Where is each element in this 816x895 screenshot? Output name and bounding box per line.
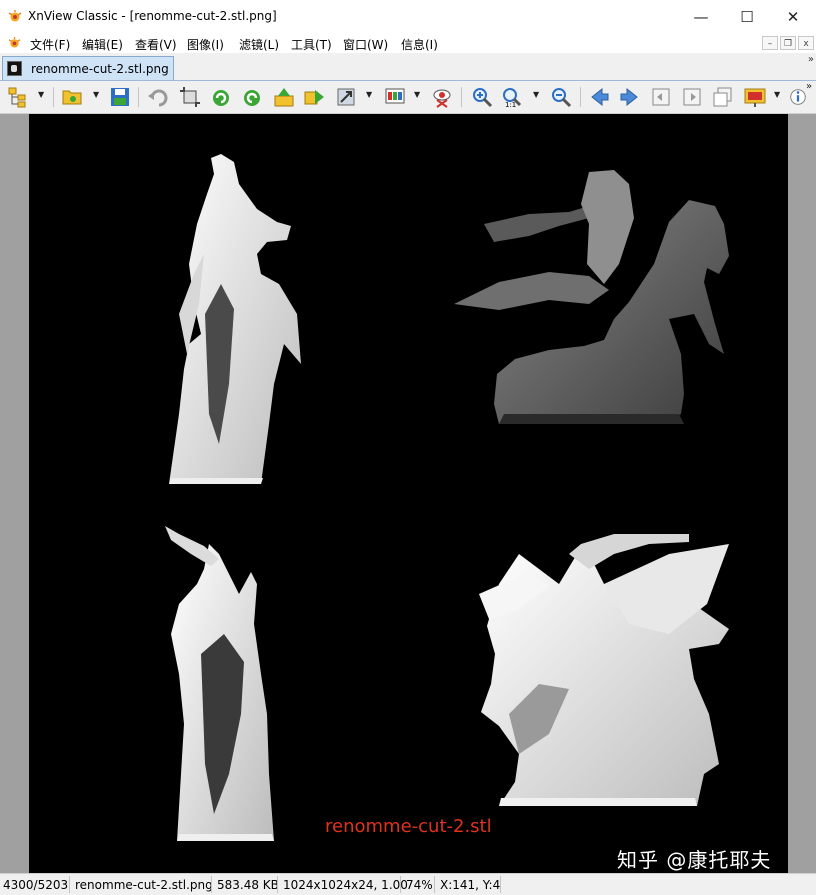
status-index: 4300/5203 bbox=[3, 878, 69, 892]
image-caption: renomme-cut-2.stl bbox=[325, 816, 492, 837]
chevron-down-icon[interactable]: ▼ bbox=[774, 90, 780, 99]
flip-up-icon[interactable] bbox=[272, 85, 296, 109]
tab-label: renomme-cut-2.stl.png bbox=[31, 62, 169, 76]
xnview-menu-icon[interactable] bbox=[8, 37, 21, 48]
menu-tools[interactable]: 工具(T) bbox=[291, 36, 332, 53]
svg-text:1:1: 1:1 bbox=[505, 101, 516, 108]
statue-back-view bbox=[165, 526, 274, 841]
image-viewer[interactable]: renomme-cut-2.stl 知乎 @康托耶夫 bbox=[0, 114, 816, 873]
resize-icon[interactable] bbox=[334, 85, 358, 109]
status-separator bbox=[400, 876, 401, 893]
maximize-button[interactable]: ☐ bbox=[724, 0, 770, 33]
last-page-icon[interactable] bbox=[680, 85, 704, 109]
status-zoom: 74% bbox=[406, 878, 433, 892]
zoom-out-icon[interactable] bbox=[549, 85, 573, 109]
minimize-button[interactable]: — bbox=[678, 0, 724, 33]
status-separator bbox=[277, 876, 278, 893]
document-tab-bar: renomme-cut-2.stl.png » bbox=[0, 54, 816, 81]
chevron-down-icon[interactable]: ▼ bbox=[366, 90, 372, 99]
statue-renders bbox=[165, 154, 729, 841]
menu-info[interactable]: 信息(I) bbox=[401, 36, 438, 53]
menu-file[interactable]: 文件(F) bbox=[30, 36, 70, 53]
chevron-down-icon[interactable]: ▼ bbox=[414, 90, 420, 99]
mdi-restore-button[interactable]: ❐ bbox=[780, 36, 796, 50]
image-canvas[interactable]: renomme-cut-2.stl 知乎 @康托耶夫 bbox=[29, 114, 788, 873]
rotate-left-icon[interactable] bbox=[209, 85, 233, 109]
window-title: XnView Classic - [renomme-cut-2.stl.png] bbox=[28, 9, 277, 23]
watermark: 知乎 @康托耶夫 bbox=[617, 848, 772, 872]
status-separator bbox=[69, 876, 70, 893]
menu-edit[interactable]: 编辑(E) bbox=[82, 36, 123, 53]
status-coords: X:141, Y:4 bbox=[440, 878, 501, 892]
chevron-down-icon[interactable]: ▼ bbox=[38, 90, 44, 99]
image-thumbnail-icon bbox=[7, 61, 22, 76]
status-separator bbox=[211, 876, 212, 893]
toolbar-overflow-icon[interactable]: » bbox=[806, 81, 812, 92]
next-arrow-icon[interactable] bbox=[617, 85, 641, 109]
zoom-1to1-icon[interactable]: 1:1 bbox=[500, 85, 524, 109]
prev-arrow-icon[interactable] bbox=[588, 85, 612, 109]
save-icon[interactable] bbox=[108, 85, 132, 109]
zoom-in-icon[interactable] bbox=[470, 85, 494, 109]
close-button[interactable]: ✕ bbox=[770, 0, 816, 33]
mdi-close-button[interactable]: x bbox=[798, 36, 814, 50]
status-separator bbox=[500, 876, 501, 893]
statue-left-view bbox=[479, 534, 729, 806]
tab-renomme-cut-2[interactable]: renomme-cut-2.stl.png bbox=[2, 56, 174, 80]
toolbar-separator bbox=[580, 87, 581, 107]
status-separator bbox=[434, 876, 435, 893]
menu-window[interactable]: 窗口(W) bbox=[343, 36, 388, 53]
undo-icon[interactable] bbox=[146, 85, 170, 109]
chevron-down-icon[interactable]: ▼ bbox=[533, 90, 539, 99]
color-adjust-icon[interactable] bbox=[383, 85, 407, 109]
toolbar-separator bbox=[461, 87, 462, 107]
red-eye-icon[interactable] bbox=[430, 85, 454, 109]
status-dimensions: 1024x1024x24, 1.00 bbox=[283, 878, 408, 892]
flip-right-icon[interactable] bbox=[302, 85, 326, 109]
crop-icon[interactable] bbox=[178, 85, 202, 109]
mdi-minimize-button[interactable]: – bbox=[762, 36, 778, 50]
multipage-icon[interactable] bbox=[711, 85, 735, 109]
toolbar-separator bbox=[138, 87, 139, 107]
first-page-icon[interactable] bbox=[649, 85, 673, 109]
menu-bar: 文件(F) 编辑(E) 查看(V) 图像(I) 滤镜(L) 工具(T) 窗口(W… bbox=[0, 33, 816, 53]
menu-filter[interactable]: 滤镜(L) bbox=[239, 36, 279, 53]
chevron-down-icon[interactable]: ▼ bbox=[93, 90, 99, 99]
xnview-logo-icon bbox=[8, 10, 22, 22]
info-icon[interactable] bbox=[788, 85, 808, 109]
status-filename: renomme-cut-2.stl.png bbox=[75, 878, 213, 892]
tab-overflow-icon[interactable]: » bbox=[808, 54, 814, 65]
rotate-right-icon[interactable] bbox=[240, 85, 264, 109]
statue-right-view bbox=[454, 170, 729, 424]
menu-image[interactable]: 图像(I) bbox=[187, 36, 224, 53]
status-bar: 4300/5203 renomme-cut-2.stl.png 583.48 K… bbox=[0, 873, 816, 895]
main-toolbar: ▼ ▼ ▼ ▼ 1:1 ▼ ▼ » bbox=[0, 81, 816, 114]
open-folder-icon[interactable] bbox=[60, 85, 84, 109]
title-bar: XnView Classic - [renomme-cut-2.stl.png]… bbox=[0, 0, 816, 33]
menu-view[interactable]: 查看(V) bbox=[135, 36, 177, 53]
status-filesize: 583.48 KB bbox=[217, 878, 279, 892]
statue-front-view bbox=[169, 154, 301, 484]
browser-tree-icon[interactable] bbox=[6, 85, 30, 109]
slideshow-icon[interactable] bbox=[743, 85, 767, 109]
toolbar-separator bbox=[53, 87, 54, 107]
